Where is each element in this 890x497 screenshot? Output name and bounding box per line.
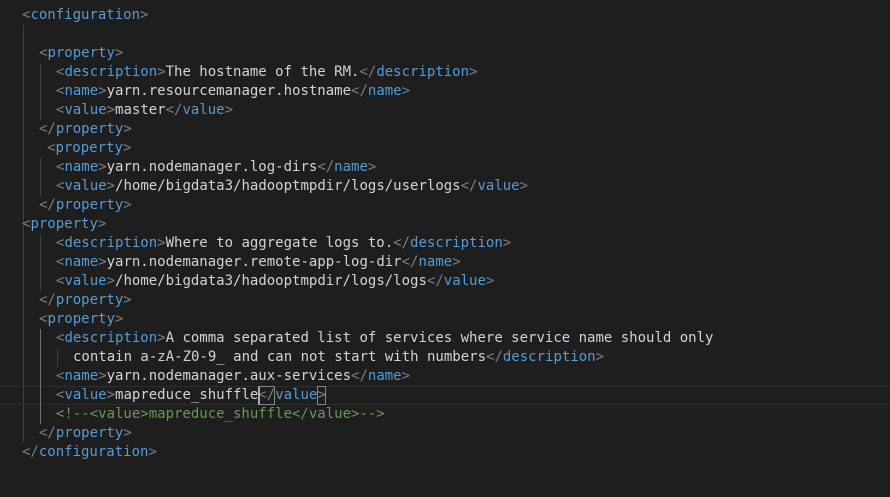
code-line-3: <property> bbox=[39, 45, 124, 61]
code-line-15: <value>/home/bigdata3/hadooptmpdir/logs/… bbox=[56, 273, 495, 289]
code-line-18: <description>A comma separated list of s… bbox=[56, 330, 714, 346]
code-line-19: contain a-zA-Z0-9_ and can not start wit… bbox=[73, 349, 605, 365]
code-line-14: <name>yarn.nodemanager.remote-app-log-di… bbox=[56, 254, 461, 270]
indent-guide bbox=[40, 63, 41, 120]
code-line-21: <value>mapreduce_shuffle</value> bbox=[56, 386, 326, 405]
indent-guide bbox=[40, 158, 41, 196]
code-line-24: </configuration> bbox=[22, 444, 157, 460]
matched-bracket: > bbox=[317, 386, 326, 405]
code-line-13: <description>Where to aggregate logs to.… bbox=[56, 235, 512, 251]
code-line-5: <name>yarn.resourcemanager.hostname</nam… bbox=[56, 83, 411, 99]
code-line-4: <description>The hostname of the RM.</de… bbox=[56, 64, 478, 80]
code-line-20: <name>yarn.nodemanager.aux-services</nam… bbox=[56, 368, 411, 384]
code-line-22: <!--<value>mapreduce_shuffle</value>--> bbox=[56, 406, 385, 422]
code-line-16: </property> bbox=[39, 292, 132, 308]
code-line-10: <value>/home/bigdata3/hadooptmpdir/logs/… bbox=[56, 178, 529, 194]
code-line-12: <property> bbox=[22, 216, 107, 232]
code-line-9: <name>yarn.nodemanager.log-dirs</name> bbox=[56, 159, 377, 175]
matched-bracket: </ bbox=[258, 386, 276, 405]
indent-guide-active bbox=[40, 329, 41, 424]
indent-guide bbox=[57, 348, 58, 367]
text-cursor bbox=[258, 387, 260, 404]
code-line-7: </property> bbox=[39, 121, 132, 137]
code-line-8: <property> bbox=[47, 140, 132, 156]
code-line-17: <property> bbox=[39, 311, 124, 327]
code-line-1: <configuration> bbox=[22, 7, 149, 23]
code-line-23: </property> bbox=[39, 425, 132, 441]
code-editor[interactable]: > <configuration> <property> <descriptio… bbox=[0, 0, 890, 497]
code-line-11: </property> bbox=[39, 197, 132, 213]
code-line-6: <value>master</value> bbox=[56, 102, 234, 118]
indent-guide bbox=[40, 234, 41, 291]
